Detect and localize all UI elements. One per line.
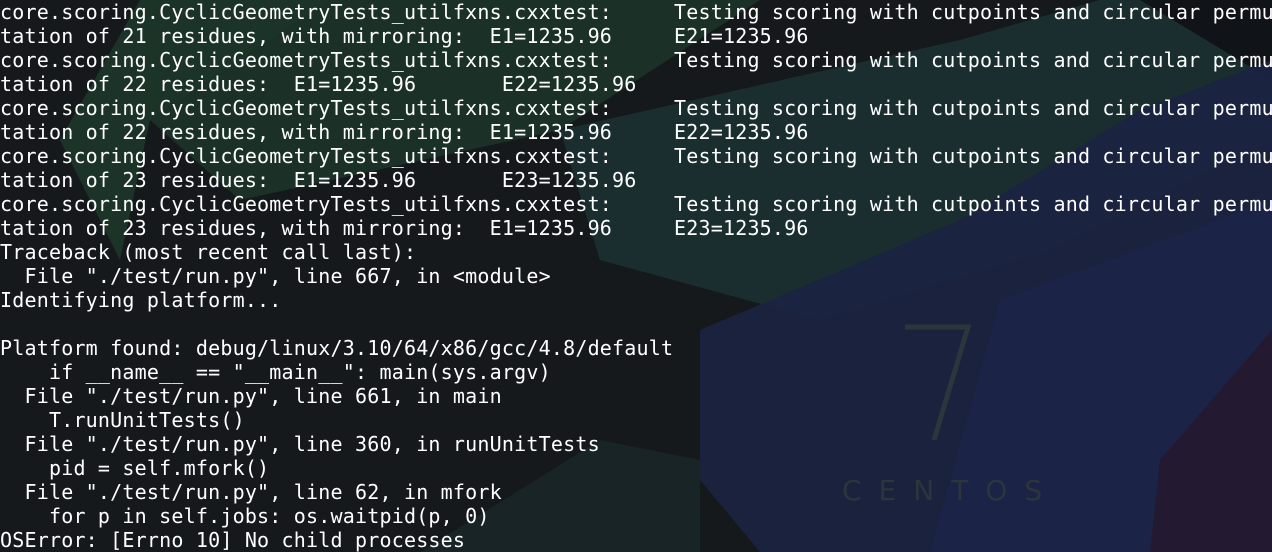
terminal-line: for p in self.jobs: os.waitpid(p, 0) — [0, 504, 1272, 528]
terminal-line-text: tation of 21 residues, with mirroring: E… — [0, 24, 613, 48]
terminal-line-text: core.scoring.CyclicGeometryTests_utilfxn… — [0, 96, 613, 120]
terminal-line-text: Traceback (most recent call last): — [0, 240, 417, 264]
terminal-line-continuation: E22=1235.96 — [674, 120, 809, 144]
terminal-line: if __name__ == "__main__": main(sys.argv… — [0, 360, 1272, 384]
terminal-line-text: OSError: [Errno 10] No child processes — [0, 528, 466, 552]
terminal-line: tation of 23 residues, with mirroring: E… — [0, 216, 1272, 240]
terminal-line-text: File "./test/run.py", line 667, in <modu… — [0, 264, 551, 288]
terminal-line: File "./test/run.py", line 667, in <modu… — [0, 264, 1272, 288]
terminal-line-continuation: Testing scoring with cutpoints and circu… — [674, 48, 1272, 72]
terminal-line: T.runUnitTests() — [0, 408, 1272, 432]
terminal-output[interactable]: core.scoring.CyclicGeometryTests_utilfxn… — [0, 0, 1272, 552]
terminal-line: core.scoring.CyclicGeometryTests_utilfxn… — [0, 144, 1272, 168]
terminal-line-text: if __name__ == "__main__": main(sys.argv… — [0, 360, 551, 384]
terminal-line: File "./test/run.py", line 360, in runUn… — [0, 432, 1272, 456]
terminal-line-continuation: Testing scoring with cutpoints and circu… — [674, 192, 1272, 216]
terminal-line-continuation: Testing scoring with cutpoints and circu… — [674, 144, 1272, 168]
terminal-line-text: core.scoring.CyclicGeometryTests_utilfxn… — [0, 144, 613, 168]
terminal-line: core.scoring.CyclicGeometryTests_utilfxn… — [0, 0, 1272, 24]
terminal-line-continuation: Testing scoring with cutpoints and circu… — [674, 96, 1272, 120]
terminal-line-continuation: E23=1235.96 — [674, 216, 809, 240]
terminal-line: tation of 23 residues: E1=1235.96 E23=12… — [0, 168, 1272, 192]
terminal-line-text: Platform found: debug/linux/3.10/64/x86/… — [0, 336, 674, 360]
terminal-line-text: File "./test/run.py", line 62, in mfork — [0, 480, 502, 504]
terminal-line: Traceback (most recent call last): — [0, 240, 1272, 264]
terminal-line-text: tation of 23 residues, with mirroring: E… — [0, 216, 613, 240]
terminal-line: core.scoring.CyclicGeometryTests_utilfxn… — [0, 48, 1272, 72]
terminal-line-text: core.scoring.CyclicGeometryTests_utilfxn… — [0, 192, 613, 216]
terminal-line: core.scoring.CyclicGeometryTests_utilfxn… — [0, 96, 1272, 120]
terminal-line-text: pid = self.mfork() — [0, 456, 270, 480]
terminal-line-text: T.runUnitTests() — [0, 408, 245, 432]
terminal-line: Identifying platform... — [0, 288, 1272, 312]
terminal-line-text: core.scoring.CyclicGeometryTests_utilfxn… — [0, 48, 613, 72]
terminal-line-text: Identifying platform... — [0, 288, 282, 312]
terminal-line-continuation: Testing scoring with cutpoints and circu… — [674, 0, 1272, 24]
terminal-line-text: for p in self.jobs: os.waitpid(p, 0) — [0, 504, 490, 528]
terminal-line: tation of 22 residues: E1=1235.96 E22=12… — [0, 72, 1272, 96]
terminal-line: core.scoring.CyclicGeometryTests_utilfxn… — [0, 192, 1272, 216]
terminal-line: File "./test/run.py", line 661, in main — [0, 384, 1272, 408]
terminal-line: tation of 22 residues, with mirroring: E… — [0, 120, 1272, 144]
terminal-line-continuation: E21=1235.96 — [674, 24, 809, 48]
terminal-line-text: File "./test/run.py", line 661, in main — [0, 384, 502, 408]
terminal-line-text: tation of 22 residues: E1=1235.96 E22=12… — [0, 72, 637, 96]
terminal-line: OSError: [Errno 10] No child processes — [0, 528, 1272, 552]
terminal-line: Platform found: debug/linux/3.10/64/x86/… — [0, 336, 1272, 360]
terminal-line-text: tation of 23 residues: E1=1235.96 E23=12… — [0, 168, 637, 192]
terminal-line-text: core.scoring.CyclicGeometryTests_utilfxn… — [0, 0, 613, 24]
terminal-line-text: File "./test/run.py", line 360, in runUn… — [0, 432, 600, 456]
terminal-line: tation of 21 residues, with mirroring: E… — [0, 24, 1272, 48]
terminal-line: pid = self.mfork() — [0, 456, 1272, 480]
terminal-line: File "./test/run.py", line 62, in mfork — [0, 480, 1272, 504]
terminal-line-text: tation of 22 residues, with mirroring: E… — [0, 120, 613, 144]
